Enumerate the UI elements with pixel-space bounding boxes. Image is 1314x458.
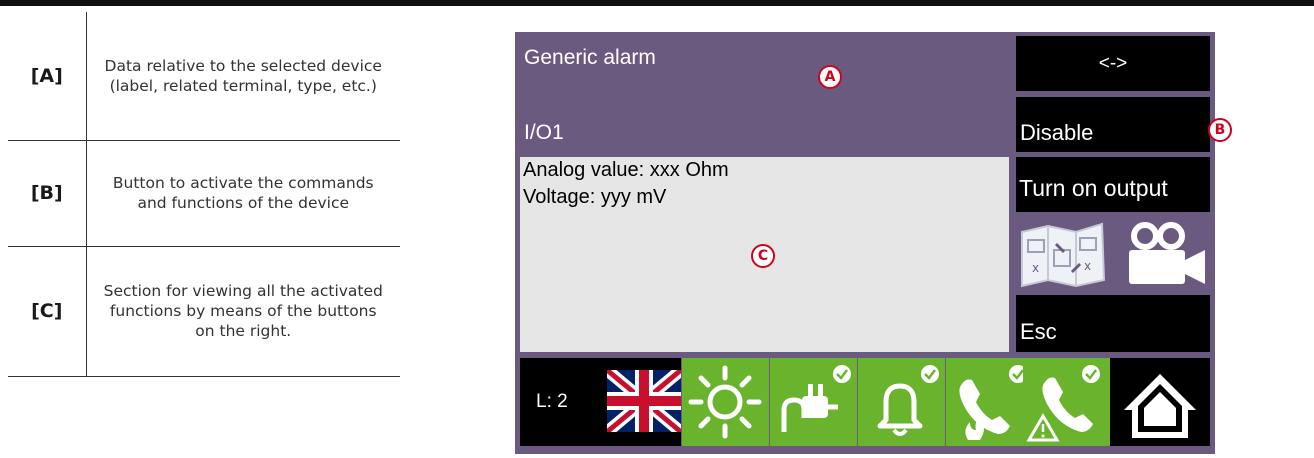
status-bar: L: 2 [515,353,1215,454]
legend-description: Button to activate the commands and func… [85,139,400,247]
bell-icon[interactable] [858,358,945,446]
video-camera-icon[interactable] [1119,222,1209,288]
swap-button[interactable]: <-> [1016,36,1210,91]
callout-a: A [818,65,842,89]
power-plug-icon[interactable] [770,358,857,446]
legend-key: [C] [8,245,87,377]
legend-row-a: [A] Data relative to the selected device… [8,12,400,141]
level-text: L: 2 [536,391,568,412]
legend-key: [B] [8,139,87,247]
device-screen: Generic alarm I/O1 <-> Disable Turn on o… [515,32,1215,454]
level-indicator: L: 2 [520,358,607,446]
map-icon[interactable]: x x [1018,220,1108,290]
legend-row-c: [C] Section for viewing all the activate… [8,245,400,377]
device-label: Generic alarm [524,46,656,69]
callout-b: B [1208,118,1232,142]
svg-text:x: x [1084,259,1091,273]
voltage-text: Voltage: yyy mV [523,186,667,208]
legend-table: [A] Data relative to the selected device… [8,12,400,377]
analog-value-text: Analog value: xxx Ohm [523,159,729,181]
callout-c: C [751,244,775,268]
svg-text:x: x [1032,261,1039,275]
top-rule [0,0,1314,6]
disable-button[interactable]: Disable [1016,97,1210,152]
legend-row-b: [B] Button to activate the commands and … [8,139,400,247]
legend-description: Section for viewing all the activated fu… [85,245,400,377]
home-icon[interactable] [1110,358,1210,446]
legend-key: [A] [8,12,87,141]
sun-icon[interactable] [682,358,769,446]
phone-fire-icon[interactable] [946,358,1033,446]
phone-warning-icon[interactable] [1023,358,1110,446]
turn-on-output-button[interactable]: Turn on output [1016,157,1210,212]
device-terminal: I/O1 [524,121,564,144]
uk-flag-icon[interactable] [607,358,681,446]
legend-description: Data relative to the selected device (la… [85,12,400,141]
esc-button[interactable]: Esc [1016,295,1210,352]
